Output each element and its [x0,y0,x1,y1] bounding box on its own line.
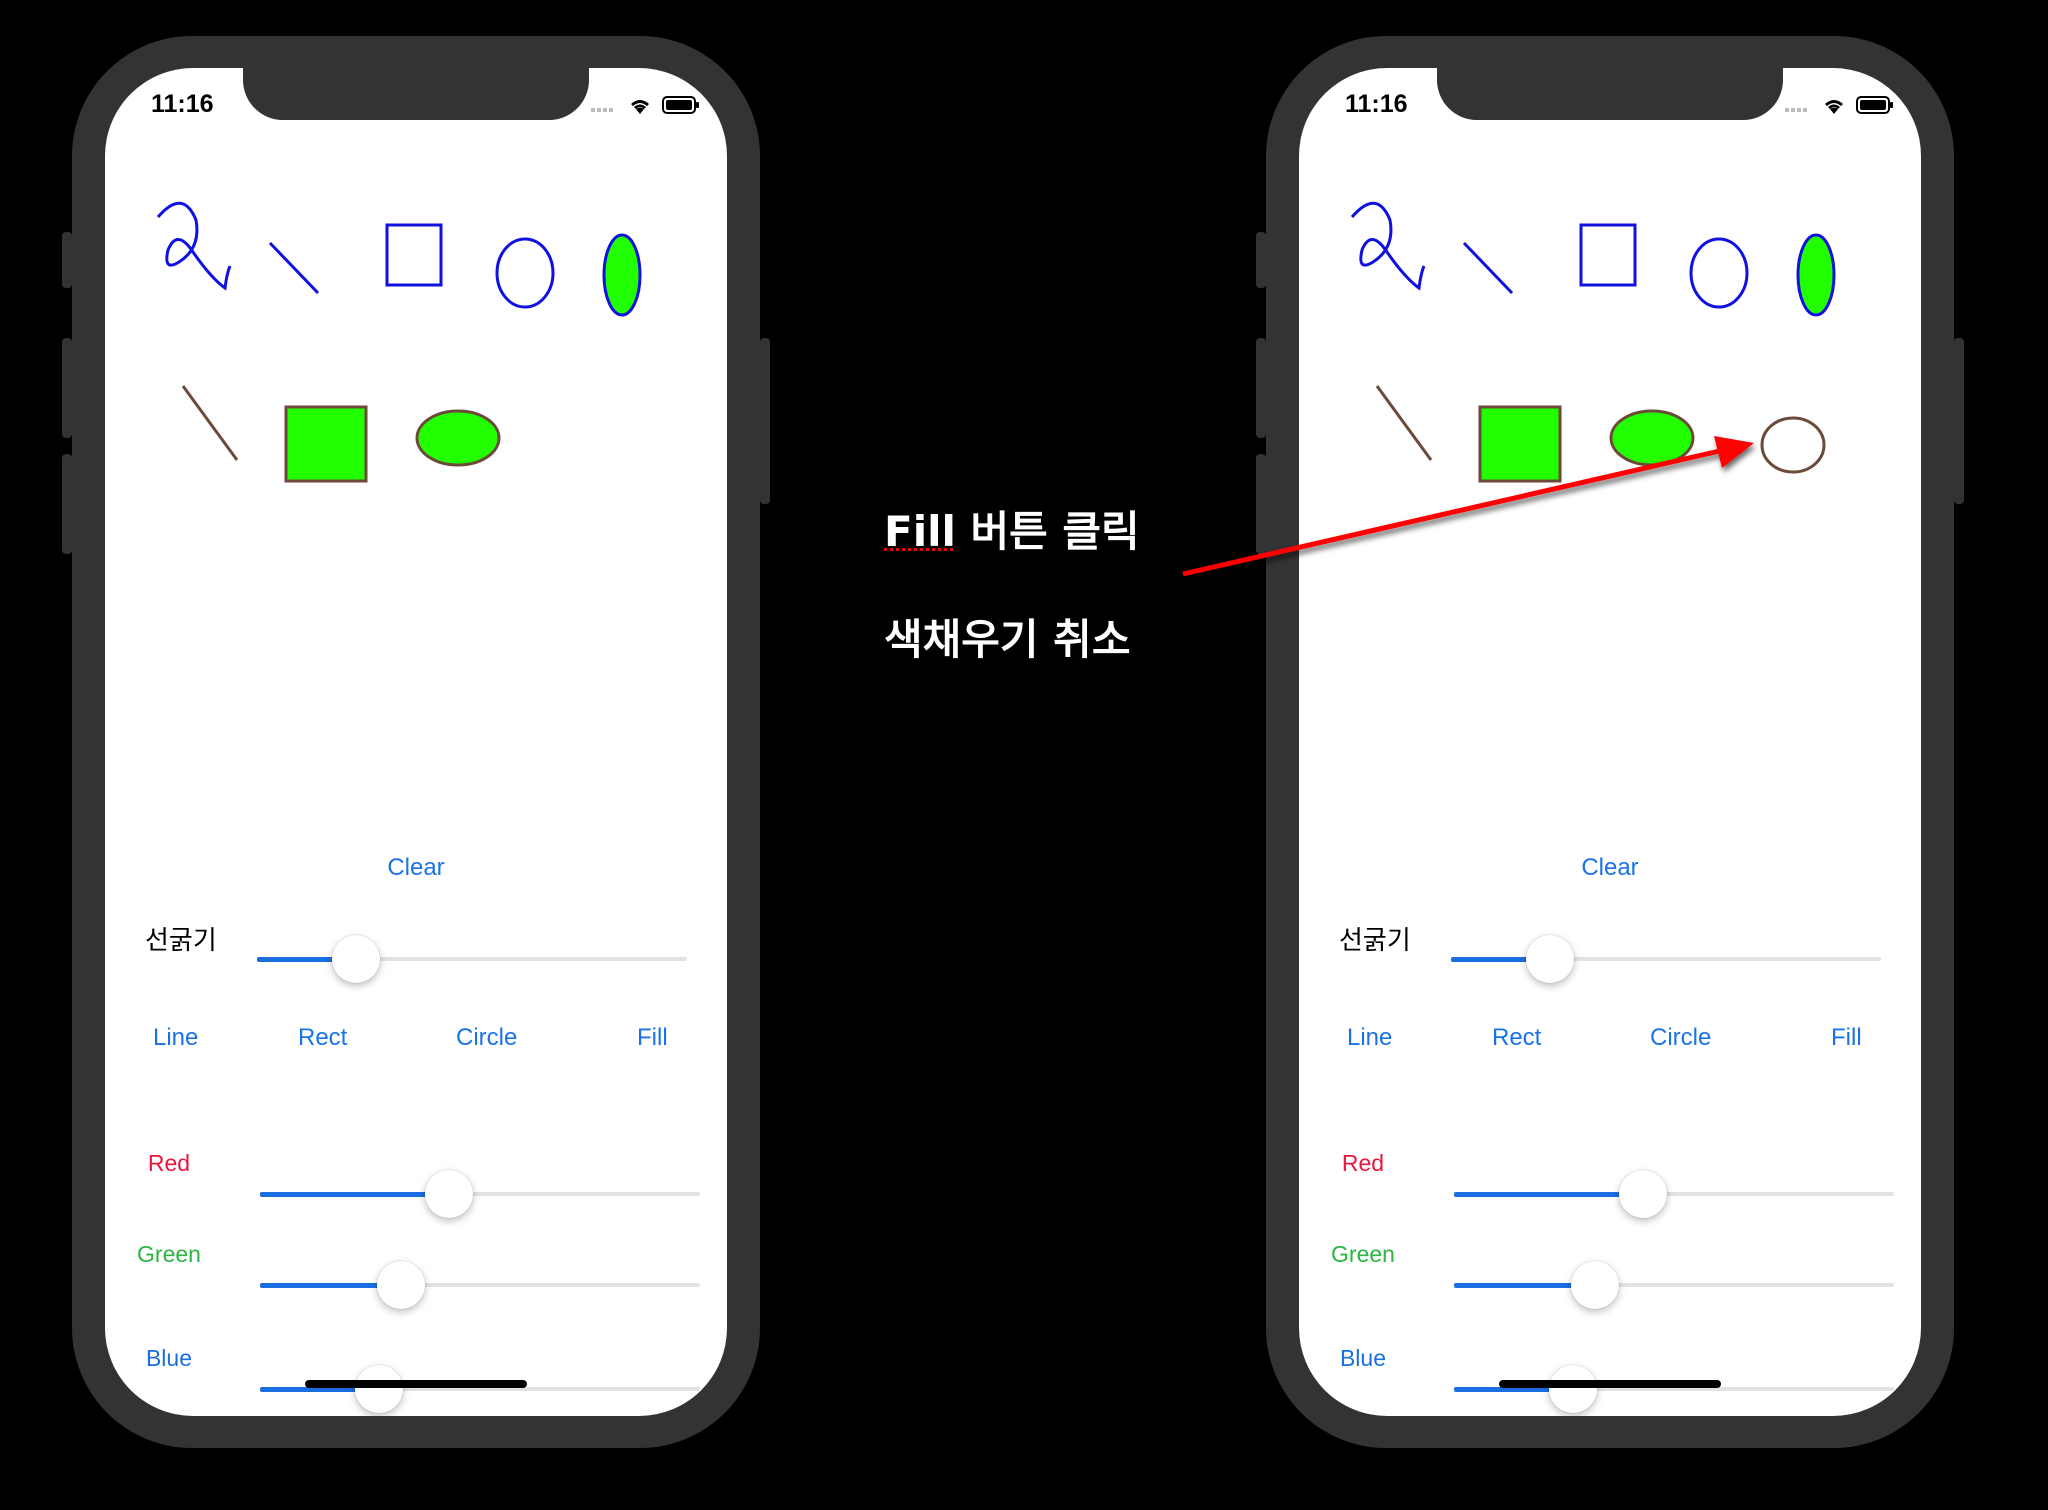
annotation-arrow [1182,436,1754,577]
arrow-icon [1182,436,1754,577]
